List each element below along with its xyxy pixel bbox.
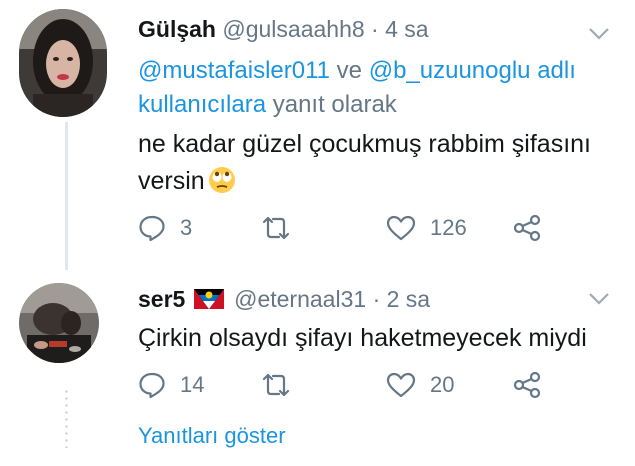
heart-icon xyxy=(386,215,416,241)
timestamp[interactable]: 4 sa xyxy=(385,16,428,42)
thread-dots xyxy=(65,388,68,448)
like-count: 126 xyxy=(430,215,467,240)
display-name[interactable]: ser5 xyxy=(138,286,185,312)
like-action[interactable]: 126 xyxy=(386,214,467,242)
tweet-text-line: ne kadar güzel çocukmuş rabbim şifasını xyxy=(138,130,591,158)
heart-icon xyxy=(386,372,416,398)
retweet-action[interactable] xyxy=(260,371,292,399)
chevron-down-icon[interactable] xyxy=(586,289,612,309)
antigua-barbuda-flag-icon xyxy=(193,289,224,309)
display-name[interactable]: Gülşah xyxy=(138,16,216,42)
reply-icon xyxy=(139,372,165,399)
avatar[interactable] xyxy=(19,9,107,117)
tweet-header: Gülşah @gulsaaahh8 · 4 sa xyxy=(138,16,429,43)
tweet-text: ne kadar güzel çocukmuş rabbim şifasını … xyxy=(138,126,591,200)
chevron-down-icon[interactable] xyxy=(586,24,612,44)
thread-line xyxy=(65,122,68,270)
reply-icon xyxy=(139,215,165,242)
retweet-icon xyxy=(262,216,290,240)
share-icon xyxy=(513,371,541,399)
share-icon xyxy=(513,214,541,242)
rolling-eyes-emoji-icon xyxy=(208,167,235,193)
tweet-text-line-2: versin xyxy=(138,163,591,200)
share-action[interactable] xyxy=(512,371,542,399)
retweet-action[interactable] xyxy=(260,214,292,242)
retweet-icon xyxy=(262,373,290,397)
reply-action[interactable]: 14 xyxy=(138,371,204,399)
reply-count: 14 xyxy=(180,372,205,397)
mention-link[interactable]: @mustafaisler011 xyxy=(138,57,330,84)
reply-count: 3 xyxy=(180,215,193,240)
reply-conjunction: ve xyxy=(336,57,363,84)
tweet-header: ser5 @eternaal31 · 2 sa xyxy=(138,286,430,313)
separator: · xyxy=(372,286,381,312)
reply-context: @mustafaisler011 ve @b_uzuunoglu adlı ku… xyxy=(138,54,618,122)
mention-link[interactable]: @b_uzuunoglu xyxy=(369,57,531,84)
user-handle[interactable]: @eternaal31 xyxy=(234,286,366,312)
reply-action[interactable]: 3 xyxy=(138,214,192,242)
like-action[interactable]: 20 xyxy=(386,371,454,399)
tweet-text: Çirkin olsaydı şifayı haketmeyecek miydi xyxy=(138,324,587,352)
like-count: 20 xyxy=(430,372,455,397)
reply-suffix: yanıt olarak xyxy=(272,91,397,118)
user-handle[interactable]: @gulsaaahh8 xyxy=(222,16,364,42)
timestamp[interactable]: 2 sa xyxy=(387,286,430,312)
share-action[interactable] xyxy=(512,214,542,242)
tweet-text-line: versin xyxy=(138,167,205,195)
show-replies-link[interactable]: Yanıtları göster xyxy=(138,423,286,449)
avatar[interactable] xyxy=(19,283,99,363)
separator: · xyxy=(371,16,379,42)
